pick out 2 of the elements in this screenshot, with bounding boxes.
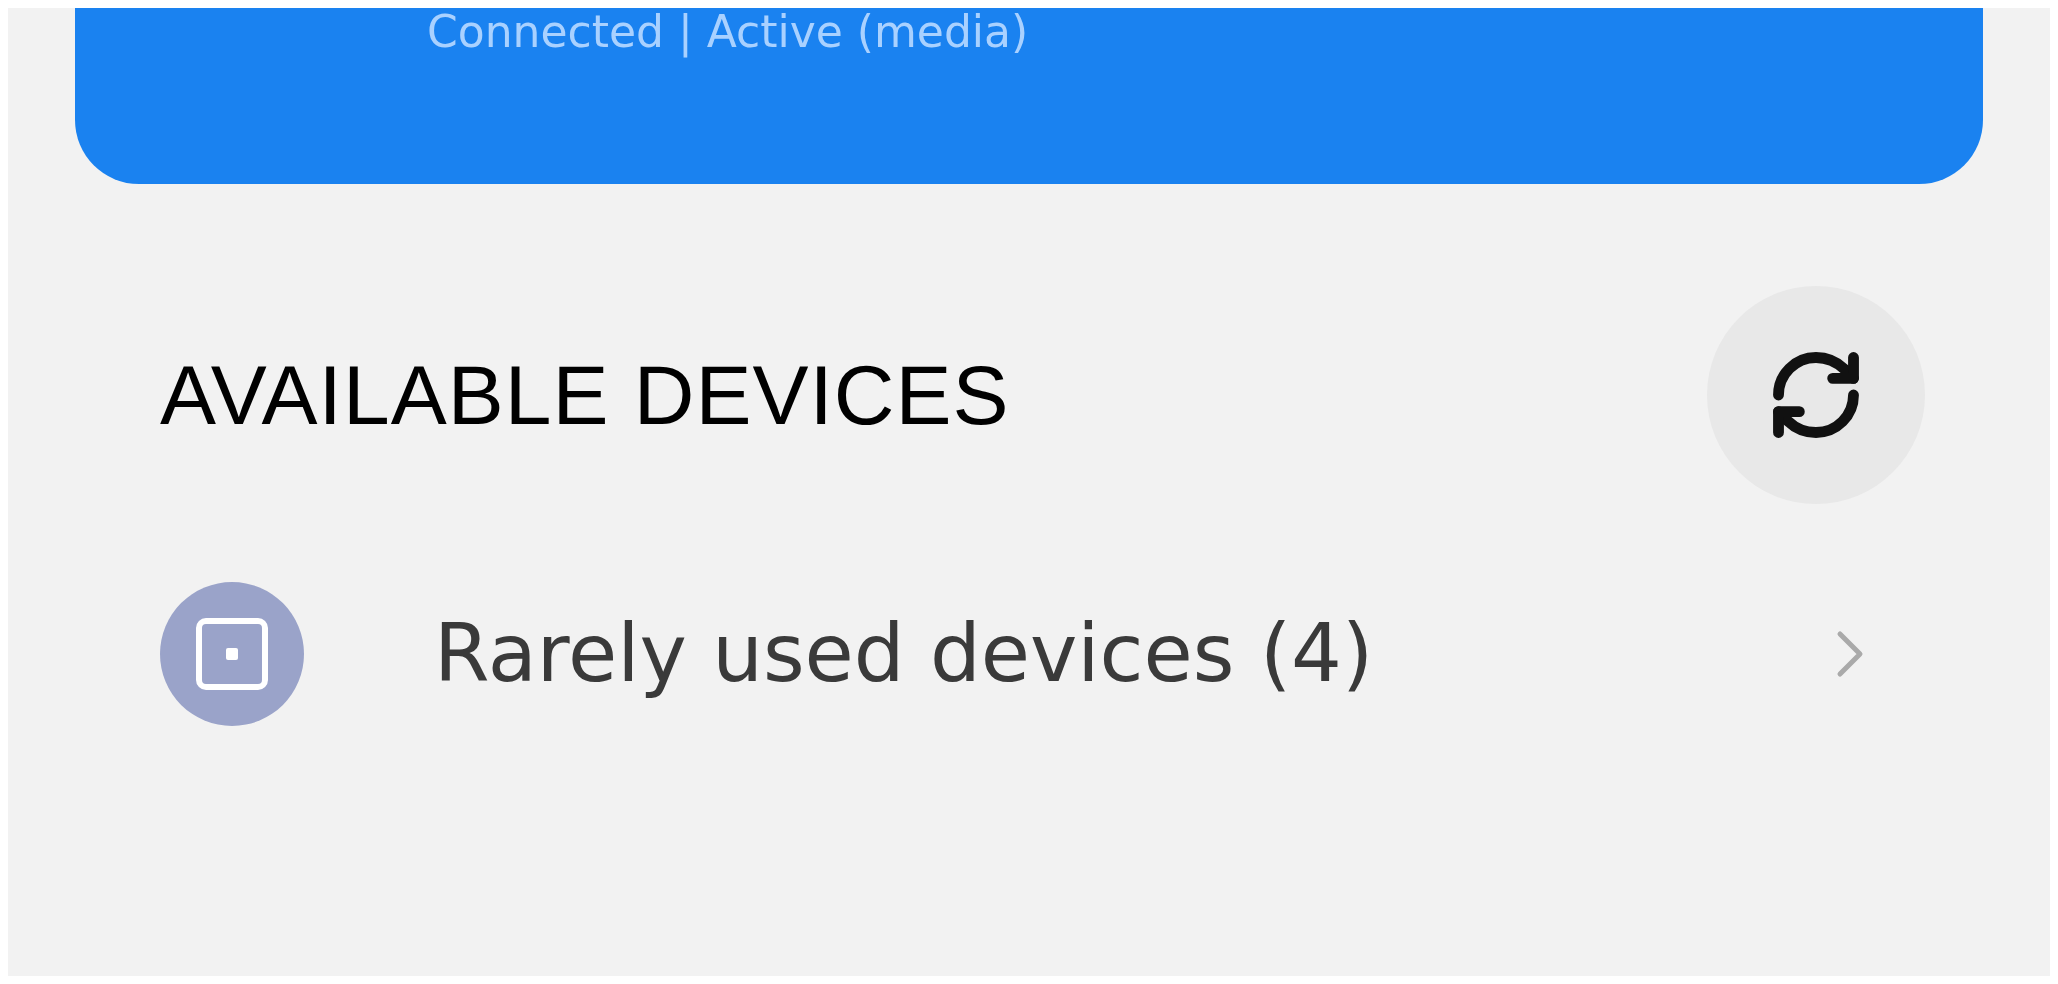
section-title: AVAILABLE DEVICES bbox=[160, 353, 1010, 437]
list-row[interactable]: Rarely used devices (4) bbox=[8, 582, 2050, 726]
